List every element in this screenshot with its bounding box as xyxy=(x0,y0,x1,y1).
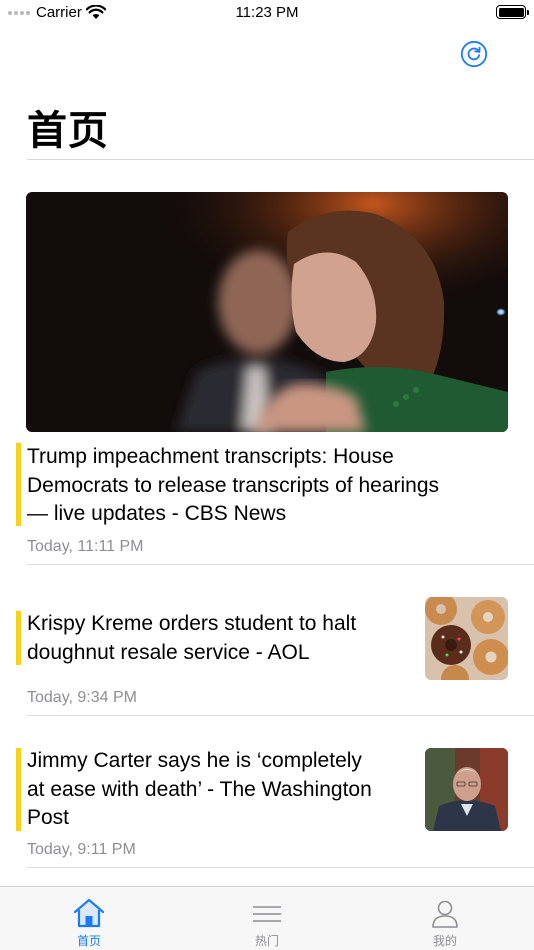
hero-timestamp: Today, 11:11 PM xyxy=(27,538,144,555)
battery-icon xyxy=(496,5,529,19)
item-timestamp: Today, 9:11 PM xyxy=(27,841,136,858)
portrait-thumbnail[interactable] xyxy=(425,748,508,831)
headline-line: Jimmy Carter says he is ‘completely xyxy=(27,749,362,772)
tab-home[interactable]: 首页 xyxy=(0,887,178,950)
menu-lines-icon xyxy=(253,906,281,922)
tab-popular[interactable]: 热门 xyxy=(178,887,356,950)
headline-line: Trump impeachment transcripts: House xyxy=(27,445,394,468)
title-divider xyxy=(27,159,534,160)
page-title: 首页 xyxy=(27,108,109,154)
status-time: 11:23 PM xyxy=(235,4,299,21)
row-divider xyxy=(27,715,534,716)
tab-bar: 首页 热门 我的 xyxy=(0,886,534,950)
headline-line: — live updates - CBS News xyxy=(27,502,287,525)
status-bar: Carrier 11:23 PM xyxy=(0,0,534,28)
tab-profile[interactable]: 我的 xyxy=(356,887,534,950)
headline-line: doughnut resale service - AOL xyxy=(27,640,310,664)
headline-line: Post xyxy=(27,806,70,829)
hero-headline[interactable]: Trump impeachment transcripts: House Dem… xyxy=(27,443,439,529)
headline-line: at ease with death’ - The Washington xyxy=(27,777,372,801)
item-headline[interactable]: Jimmy Carter says he is ‘completely at e… xyxy=(27,747,372,833)
accent-bar xyxy=(16,748,21,831)
tab-profile-label: 我的 xyxy=(432,934,457,948)
home-icon xyxy=(73,898,105,928)
accent-bar xyxy=(16,611,21,665)
accent-bar xyxy=(16,443,21,526)
tab-home-label: 首页 xyxy=(76,934,101,948)
tab-popular-label: 热门 xyxy=(254,934,279,948)
hero-image[interactable] xyxy=(26,192,508,432)
row-divider xyxy=(27,564,534,565)
headline-line: Krispy Kreme orders student to halt xyxy=(27,612,357,635)
item-headline[interactable]: Krispy Kreme orders student to halt doug… xyxy=(27,610,356,667)
refresh-icon[interactable] xyxy=(460,40,488,68)
person-icon xyxy=(432,900,458,928)
row-divider xyxy=(27,867,534,868)
doughnut-thumbnail[interactable] xyxy=(425,597,508,680)
headline-line: Democrats to release transcripts of hear… xyxy=(27,473,440,497)
item-timestamp: Today, 9:34 PM xyxy=(27,689,137,706)
